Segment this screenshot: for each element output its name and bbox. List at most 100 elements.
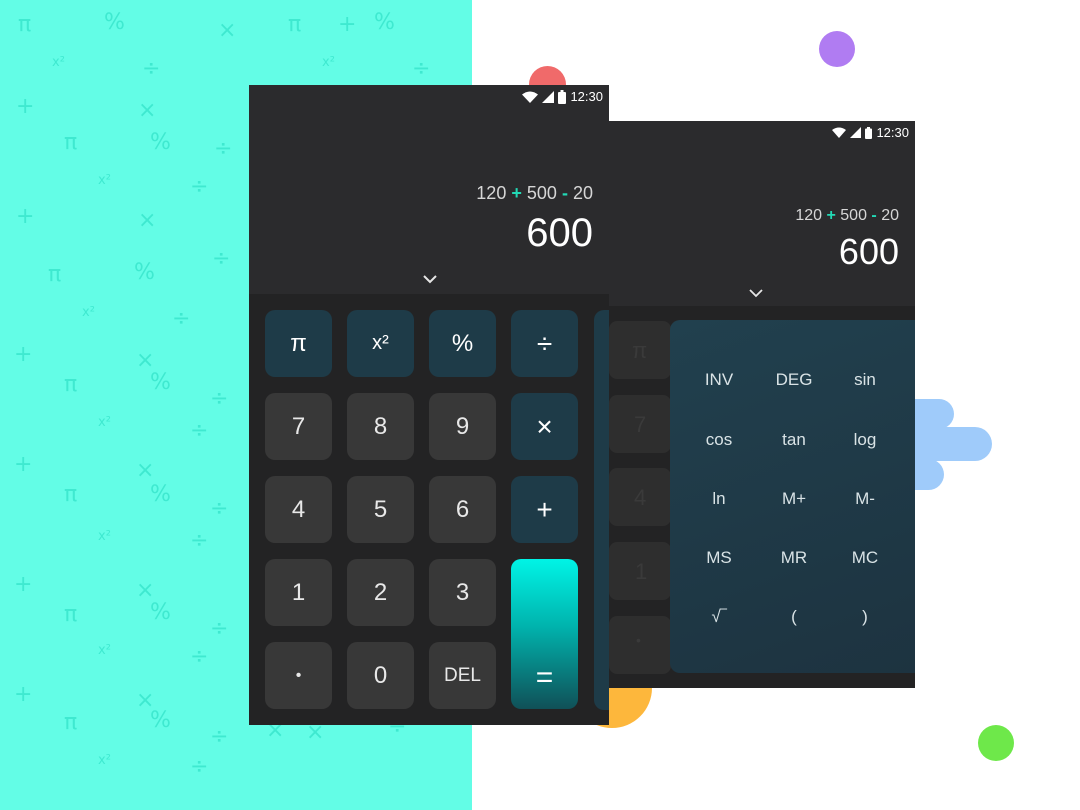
status-bar: 12:30 (832, 125, 909, 140)
operand: 20 (572, 183, 593, 203)
operand: 500 (840, 207, 867, 224)
bg-symbol: π (64, 710, 78, 735)
inv-button[interactable]: INV (684, 370, 754, 390)
square-root-button[interactable]: √‾ (684, 607, 754, 627)
status-time: 12:30 (570, 89, 603, 104)
tan-button[interactable]: tan (759, 430, 829, 450)
open-paren-button[interactable]: ( (759, 607, 829, 627)
bg-symbol: x² (52, 55, 65, 70)
faded-key-label: • (636, 632, 641, 648)
bg-symbol: π (48, 262, 62, 287)
chevron-down-icon[interactable] (746, 287, 766, 299)
zero-button[interactable]: 0 (347, 642, 414, 709)
close-paren-button[interactable]: ) (830, 607, 900, 627)
bg-symbol: × (306, 720, 325, 745)
operator: - (871, 207, 877, 224)
bg-symbol: x² (98, 643, 111, 658)
two-button[interactable]: 2 (347, 559, 414, 626)
operand: 500 (526, 183, 557, 203)
bg-symbol: % (104, 10, 125, 35)
bg-symbol: % (150, 130, 171, 155)
bg-symbol: ÷ (210, 724, 229, 749)
memory-store-button[interactable]: MS (684, 548, 754, 568)
bg-symbol: ÷ (210, 496, 229, 521)
memory-recall-button[interactable]: MR (759, 548, 829, 568)
five-button[interactable]: 5 (347, 476, 414, 543)
signal-icon (542, 90, 555, 103)
bg-symbol: × (138, 98, 157, 123)
scientific-panel: INV DEG sin cos tan log ln M+ M- MS MR M… (670, 320, 915, 673)
expression-display: 120 + 500 - 20 (795, 207, 899, 225)
seven-button[interactable]: 7 (265, 393, 332, 460)
log-button[interactable]: log (830, 430, 900, 450)
bg-symbol: ÷ (210, 616, 229, 641)
bg-symbol: x² (98, 753, 111, 768)
operator: + (826, 207, 836, 224)
bg-symbol: π (64, 130, 78, 155)
bg-symbol: π (64, 372, 78, 397)
nine-button[interactable]: 9 (429, 393, 496, 460)
bg-symbol: ÷ (172, 306, 191, 331)
bg-symbol: % (134, 260, 155, 285)
bg-symbol: × (218, 18, 237, 43)
side-panel-edge[interactable] (594, 310, 609, 710)
wifi-icon (832, 127, 847, 138)
bg-symbol: x² (98, 529, 111, 544)
wifi-icon (522, 91, 539, 103)
delete-button[interactable]: DEL (429, 642, 496, 709)
one-button[interactable]: 1 (265, 559, 332, 626)
three-button[interactable]: 3 (429, 559, 496, 626)
bg-symbol: ÷ (190, 754, 209, 779)
bg-symbol: x² (322, 55, 335, 70)
faded-key-label: 4 (634, 485, 647, 510)
bg-symbol: + (14, 342, 33, 367)
faded-key-label: π (632, 338, 648, 363)
divide-button[interactable]: ÷ (511, 310, 578, 377)
memory-subtract-button[interactable]: M- (830, 489, 900, 509)
bg-symbol: ÷ (214, 136, 233, 161)
bg-symbol: % (150, 600, 171, 625)
bg-symbol: ÷ (142, 56, 161, 81)
back-phone-screen: 12:30 120 + 500 - 20 600 π 7 4 1 • INV D… (605, 121, 915, 688)
bg-symbol: + (16, 204, 35, 229)
signal-icon (850, 127, 862, 138)
bg-symbol: × (136, 458, 155, 483)
bg-symbol: + (338, 12, 357, 37)
decimal-button[interactable]: • (265, 642, 332, 709)
bg-symbol: x² (98, 173, 111, 188)
bg-symbol: ÷ (210, 386, 229, 411)
multiply-button[interactable]: × (511, 393, 578, 460)
bg-symbol: ÷ (412, 56, 431, 81)
percent-button[interactable]: % (429, 310, 496, 377)
eight-button[interactable]: 8 (347, 393, 414, 460)
bg-symbol: × (136, 348, 155, 373)
cos-button[interactable]: cos (684, 430, 754, 450)
bg-symbol: × (136, 578, 155, 603)
square-button[interactable]: x² (347, 310, 414, 377)
bg-symbol: x² (82, 305, 95, 320)
bg-symbol: π (288, 12, 302, 37)
purple-dot (819, 31, 855, 67)
ln-button[interactable]: ln (684, 489, 754, 509)
sin-button[interactable]: sin (830, 370, 900, 390)
faded-key-label: 1 (635, 559, 648, 584)
bg-symbol: % (374, 10, 395, 35)
expression-display: 120 + 500 - 20 (476, 183, 593, 204)
six-button[interactable]: 6 (429, 476, 496, 543)
bg-symbol: % (150, 370, 171, 395)
bg-symbol: ÷ (190, 174, 209, 199)
bg-symbol: ÷ (190, 418, 209, 443)
deg-button[interactable]: DEG (759, 370, 829, 390)
green-dot (978, 725, 1014, 761)
memory-clear-button[interactable]: MC (830, 548, 900, 568)
pi-button[interactable]: π (265, 310, 332, 377)
plus-button[interactable]: + (511, 476, 578, 543)
status-bar: 12:30 (522, 89, 603, 104)
four-button[interactable]: 4 (265, 476, 332, 543)
memory-add-button[interactable]: M+ (759, 489, 829, 509)
equals-button[interactable]: = (511, 559, 578, 709)
bg-symbol: ÷ (190, 528, 209, 553)
bg-symbol: π (64, 482, 78, 507)
chevron-down-icon[interactable] (418, 272, 442, 286)
operator: + (511, 183, 522, 203)
